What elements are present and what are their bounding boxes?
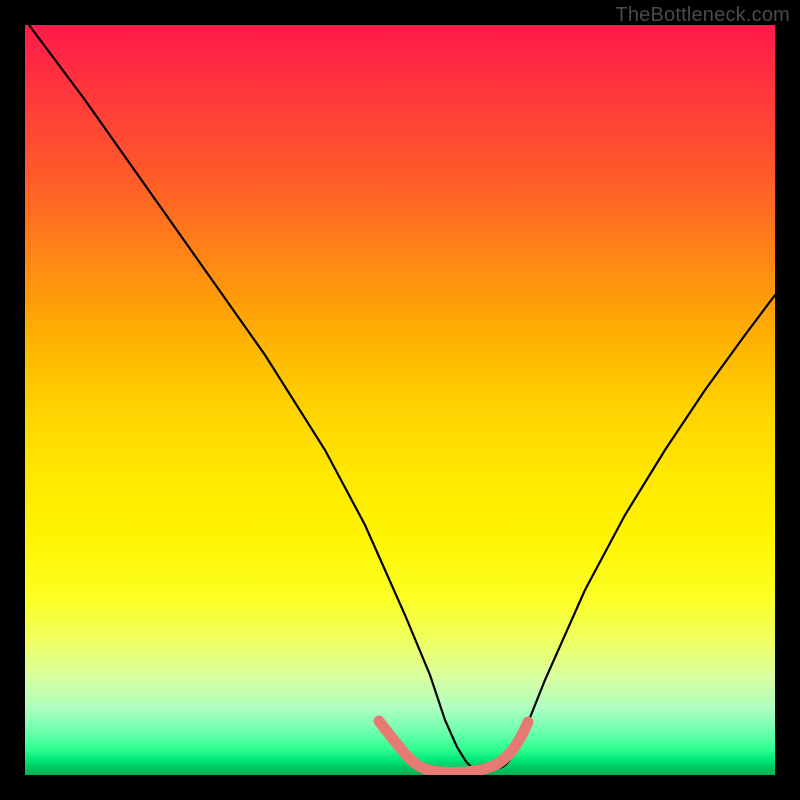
- chart-svg: [25, 25, 775, 775]
- chart-container: TheBottleneck.com: [0, 0, 800, 800]
- attribution-text: TheBottleneck.com: [615, 4, 790, 27]
- bottleneck-curve: [29, 25, 775, 770]
- plot-area: [25, 25, 775, 775]
- optimal-zone-marker: [379, 721, 528, 772]
